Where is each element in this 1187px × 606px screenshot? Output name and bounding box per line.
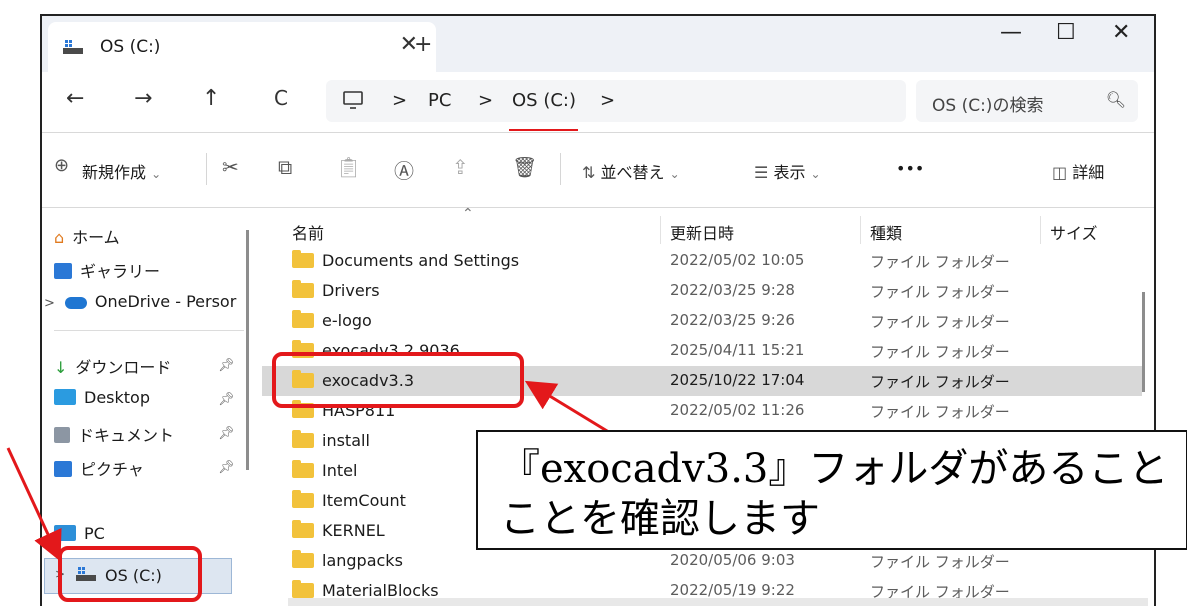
instruction-callout: 『exocadv3.3』フォルダがあること ことを確認します [476,430,1187,550]
arrow-to-exocad-folder [524,380,613,436]
arrow-to-os-drive [6,447,62,562]
callout-line-1: 『exocadv3.3』フォルダがあること [500,446,1169,492]
callout-line-2: ことを確認します [500,496,820,542]
